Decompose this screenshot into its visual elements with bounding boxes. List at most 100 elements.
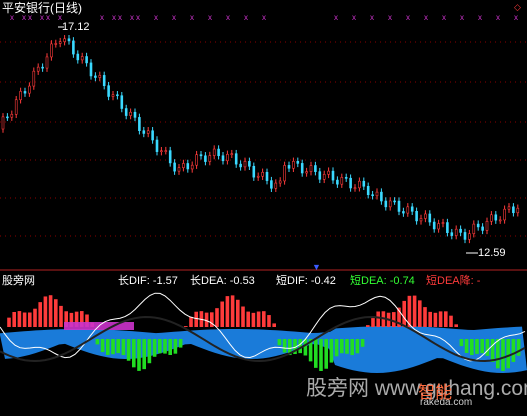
histogram-bar [17, 311, 22, 327]
signal-mark: x [190, 13, 194, 22]
histogram-bar [334, 339, 339, 357]
candle-body [190, 164, 194, 170]
signal-mark: x [208, 13, 212, 22]
histogram-bar [376, 311, 380, 327]
candle-body [472, 223, 476, 235]
candle-body [274, 182, 278, 189]
candle-body [278, 180, 282, 184]
candle-body [72, 40, 75, 55]
histogram-bar [444, 311, 448, 327]
chart-title: 平安银行(日线) [2, 1, 82, 15]
histogram-bar [106, 339, 110, 356]
histogram-bar [324, 339, 328, 369]
candle-body [344, 177, 348, 179]
indicator-panel-name: 股旁网 [2, 275, 35, 287]
signal-mark: x [112, 13, 116, 22]
candle-body [314, 165, 317, 172]
candle-body [107, 85, 110, 97]
histogram-bar [54, 299, 58, 327]
candle-body [67, 38, 71, 42]
histogram-bar [516, 339, 521, 356]
candle-body [116, 94, 119, 97]
histogram-bar [360, 339, 365, 347]
candle-body [287, 165, 291, 169]
candle-body [50, 43, 53, 58]
histogram-bar [116, 339, 120, 354]
candle-body [490, 214, 493, 222]
histogram-bar [33, 308, 37, 327]
candle-body [512, 206, 515, 214]
candle-body [120, 95, 124, 109]
candle-body [45, 56, 49, 69]
signal-mark: x [154, 13, 158, 22]
candle-body [305, 171, 308, 174]
histogram-bar [303, 339, 308, 356]
histogram-bar [142, 339, 146, 370]
candle-body [80, 56, 84, 61]
histogram-bar [173, 339, 178, 354]
candle-body [226, 154, 229, 162]
histogram-bar [345, 339, 349, 354]
candle-body [432, 221, 436, 230]
histogram-bar [350, 339, 354, 356]
signal-mark: x [130, 13, 134, 22]
histogram-bar [314, 339, 318, 368]
histogram-bar [100, 339, 105, 353]
histogram-bar [215, 308, 219, 327]
candle-body [102, 75, 106, 86]
histogram-bar [392, 312, 396, 327]
histogram-bar [355, 339, 360, 354]
candle-body [182, 163, 185, 168]
candle-body [388, 200, 392, 208]
histogram-bar [459, 339, 464, 347]
histogram-bar [126, 339, 131, 361]
signal-mark: x [226, 13, 230, 22]
candle-body [89, 62, 93, 77]
candle-body [468, 233, 471, 240]
histogram-bar [256, 311, 261, 327]
signal-mark: x [514, 13, 518, 22]
histogram-bar [423, 307, 427, 327]
candle-body [331, 170, 335, 181]
signal-mark: x [478, 13, 482, 22]
candle-body [494, 214, 498, 221]
histogram-bar [236, 299, 240, 327]
candle-body [358, 180, 361, 189]
candle-body [164, 150, 168, 152]
signal-mark: x [406, 13, 410, 22]
histogram-bar [241, 306, 245, 327]
candle-body [177, 167, 181, 172]
histogram-bar [48, 295, 53, 327]
histogram-bar [418, 300, 422, 327]
histogram-bar [496, 339, 500, 369]
candle-body [204, 155, 207, 162]
indicator-label-short-dif: 短DIF: -0.42 [276, 275, 336, 287]
candle-body [19, 91, 22, 101]
histogram-bar [464, 339, 469, 353]
scroll-marker-icon[interactable]: ▼ [312, 262, 321, 272]
candle-body [318, 171, 322, 180]
candle-body [221, 155, 225, 162]
candle-body [384, 200, 388, 208]
histogram-bar [428, 311, 432, 327]
candle-body [261, 171, 264, 177]
candle-body [375, 191, 379, 197]
histogram-bar [506, 339, 510, 369]
candle-body [498, 219, 502, 222]
histogram-bar [7, 317, 11, 327]
histogram-bar [132, 339, 136, 368]
candle-body [454, 228, 458, 236]
histogram-bar [168, 339, 172, 356]
candle-body [485, 221, 489, 231]
histogram-bar [246, 311, 250, 327]
candle-body [349, 177, 352, 189]
candle-body [248, 161, 251, 167]
candle-body [322, 174, 326, 180]
indicator-label-long-dif: 长DIF: -1.57 [118, 275, 178, 287]
histogram-bar [282, 339, 287, 353]
histogram-bar [501, 339, 505, 371]
candle-body [243, 161, 247, 168]
signal-mark: x [496, 13, 500, 22]
candle-body [14, 99, 18, 115]
signal-mark: x [460, 13, 464, 22]
